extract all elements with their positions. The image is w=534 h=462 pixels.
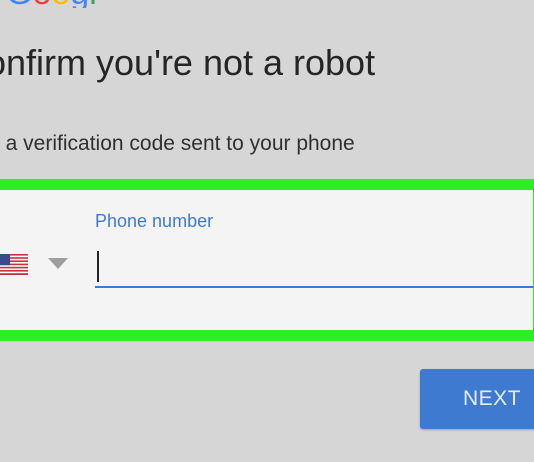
phone-number-input[interactable] — [95, 248, 534, 288]
page-subtitle: t a verification code sent to your phone — [0, 132, 355, 155]
country-dropdown-arrow-icon[interactable] — [48, 258, 68, 269]
google-logo: Google — [6, 0, 98, 8]
phone-number-label: Phone number — [95, 211, 214, 231]
us-flag-icon[interactable] — [0, 254, 28, 275]
next-button[interactable]: NEXT — [420, 369, 534, 429]
page-title: onfirm you're not a robot — [0, 42, 376, 83]
text-cursor — [97, 251, 99, 282]
